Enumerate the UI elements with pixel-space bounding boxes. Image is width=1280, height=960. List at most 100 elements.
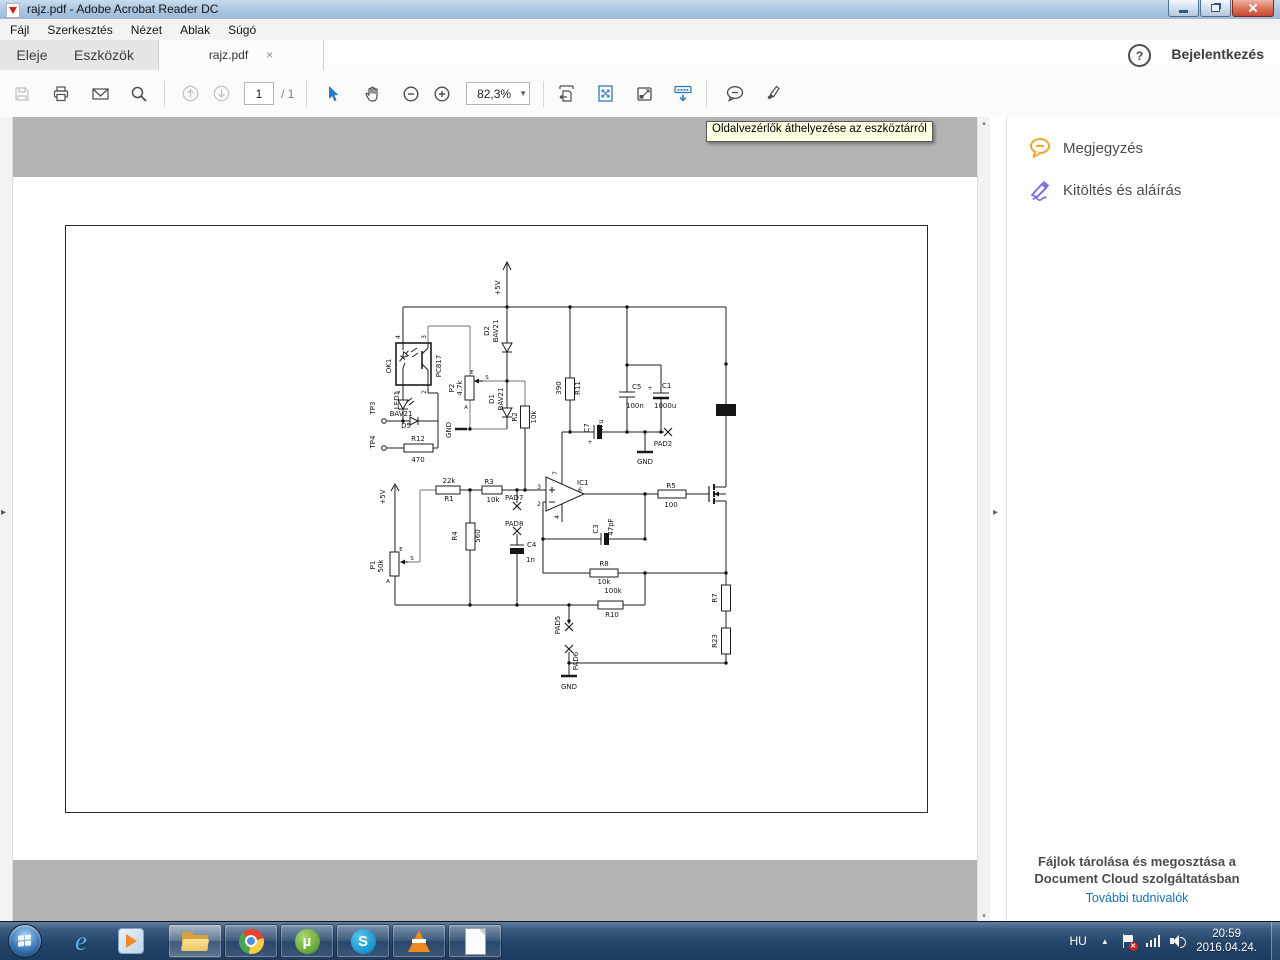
save-button[interactable] bbox=[10, 80, 34, 108]
label-r10-val: 100k bbox=[604, 587, 622, 595]
learn-more-link[interactable]: További tudnivalók bbox=[1014, 891, 1260, 905]
sign-in-button[interactable]: Bejelentkezés bbox=[1171, 46, 1264, 62]
taskbar-vlc[interactable] bbox=[392, 924, 446, 958]
zoom-out-button[interactable] bbox=[399, 80, 423, 108]
label-r3-val: 10k bbox=[487, 496, 501, 504]
tool-comment-label: Megjegyzés bbox=[1063, 139, 1144, 157]
save-icon bbox=[15, 86, 29, 101]
label-p2-val: 4.7k bbox=[456, 379, 464, 395]
zoom-in-button[interactable] bbox=[430, 80, 454, 108]
taskbar-skype[interactable]: S bbox=[336, 924, 390, 958]
windows-flag-icon bbox=[18, 934, 32, 947]
taskbar-utorrent[interactable]: µ bbox=[280, 924, 334, 958]
taskbar: e µ S HU ▲ ✕ 20:59 2016.04.24. bbox=[0, 921, 1280, 960]
label-d5: D5 bbox=[401, 422, 411, 430]
label-pin3: 3 bbox=[537, 484, 541, 491]
vertical-scrollbar[interactable]: ▴ ▾ bbox=[977, 117, 990, 922]
nav-pane-arrow-icon[interactable]: ▸ bbox=[1, 507, 6, 518]
label-tp4: TP4 bbox=[369, 435, 377, 449]
taskbar-document[interactable] bbox=[448, 924, 502, 958]
zoom-level-select[interactable]: 82,3% ▾ bbox=[466, 82, 531, 105]
actual-size-button[interactable] bbox=[632, 80, 656, 108]
label-p1-val: 50k bbox=[377, 559, 385, 573]
label-pad6: PAD6 bbox=[572, 651, 580, 670]
label-pad2: PAD2 bbox=[654, 440, 672, 448]
help-icon[interactable]: ? bbox=[1128, 44, 1151, 67]
label-c7-val: 47u bbox=[597, 419, 605, 432]
tab-tools[interactable]: Eszközök bbox=[62, 40, 146, 70]
label-d1: D1 bbox=[488, 394, 496, 404]
next-page-button[interactable] bbox=[209, 80, 233, 108]
label-d2-val: BAV21 bbox=[492, 320, 500, 343]
menu-edit[interactable]: Szerkesztés bbox=[39, 21, 120, 39]
print-button[interactable] bbox=[49, 80, 73, 108]
label-r12-val: 470 bbox=[411, 456, 424, 464]
label-c5: C5 bbox=[632, 383, 641, 391]
menu-file[interactable]: Fájl bbox=[2, 21, 37, 39]
fit-width-button[interactable] bbox=[554, 80, 578, 108]
hidden-icons-chevron[interactable]: ▲ bbox=[1101, 937, 1109, 946]
menu-bar: Fájl Szerkesztés Nézet Ablak Súgó bbox=[0, 19, 1280, 40]
main-area: ▸ +5V +5V OK1 PC817 4 3 1 2 D2 BAV21 D1 … bbox=[0, 117, 1280, 922]
page-down-icon bbox=[213, 85, 229, 102]
print-icon bbox=[53, 85, 69, 101]
network-signal-icon[interactable] bbox=[1145, 935, 1161, 947]
tab-document[interactable]: rajz.pdf × bbox=[158, 40, 324, 70]
nav-pane-strip[interactable]: ▸ bbox=[0, 117, 13, 922]
start-button[interactable] bbox=[8, 924, 42, 958]
label-r1-val: 22k bbox=[443, 477, 457, 485]
previous-page-button[interactable] bbox=[178, 80, 202, 108]
show-desktop-button[interactable] bbox=[1271, 922, 1280, 960]
taskbar-chrome[interactable] bbox=[224, 924, 278, 958]
highlight-tool-button[interactable] bbox=[760, 80, 784, 108]
label-r1: R1 bbox=[444, 495, 453, 503]
language-indicator[interactable]: HU bbox=[1069, 934, 1086, 948]
tab-close-icon[interactable]: × bbox=[266, 48, 273, 62]
comment-tool-button[interactable] bbox=[723, 80, 747, 108]
taskbar-wmp[interactable] bbox=[116, 925, 146, 957]
title-bar[interactable]: rajz.pdf - Adobe Acrobat Reader DC bbox=[0, 0, 1280, 20]
panel-divider bbox=[1006, 117, 1007, 922]
tab-document-label: rajz.pdf bbox=[208, 48, 249, 62]
label-d1-val: BAV21 bbox=[497, 388, 505, 411]
label-pad7: PAD7 bbox=[505, 494, 523, 502]
tool-fill-sign[interactable]: Kitöltés és aláírás bbox=[1028, 177, 1181, 203]
volume-icon[interactable] bbox=[1170, 934, 1187, 948]
label-pin7: 7 bbox=[552, 471, 559, 475]
minimize-icon bbox=[1179, 9, 1188, 13]
hand-tool-button[interactable] bbox=[361, 80, 385, 108]
label-r8: R8 bbox=[599, 560, 608, 568]
taskbar-explorer[interactable] bbox=[168, 924, 222, 958]
tab-home[interactable]: Eleje bbox=[6, 40, 58, 70]
menu-help[interactable]: Súgó bbox=[220, 21, 264, 39]
taskbar-ie[interactable]: e bbox=[66, 925, 96, 957]
label-c1-val: 1000u bbox=[654, 402, 676, 410]
email-button[interactable] bbox=[88, 80, 112, 108]
fit-page-button[interactable] bbox=[593, 80, 617, 108]
select-tool-button[interactable] bbox=[321, 80, 345, 108]
label-r2-val: 10k bbox=[530, 410, 538, 424]
taskbar-clock[interactable]: 20:59 2016.04.24. bbox=[1196, 927, 1257, 955]
search-button[interactable] bbox=[127, 80, 151, 108]
page-up-icon bbox=[182, 85, 198, 102]
action-center-flag-icon[interactable]: ✕ bbox=[1121, 933, 1138, 951]
tab-bar: Eleje Eszközök rajz.pdf × ? Bejelentkezé… bbox=[0, 40, 1280, 71]
label-p2-a: A bbox=[464, 405, 468, 411]
restore-button[interactable] bbox=[1200, 0, 1231, 17]
label-c1-plus: + bbox=[647, 385, 652, 392]
menu-window[interactable]: Ablak bbox=[172, 21, 218, 39]
label-gnd-center: GND bbox=[637, 458, 653, 466]
close-button[interactable] bbox=[1232, 0, 1274, 17]
panel-collapse-icon[interactable]: ▸ bbox=[993, 507, 998, 518]
minimize-button[interactable] bbox=[1168, 0, 1199, 17]
menu-view[interactable]: Nézet bbox=[123, 21, 170, 39]
scroll-up-icon[interactable]: ▴ bbox=[982, 117, 986, 129]
tool-comment[interactable]: Megjegyzés bbox=[1028, 135, 1143, 161]
page-number-input[interactable] bbox=[244, 82, 274, 105]
label-okpin3: 3 bbox=[421, 335, 428, 339]
utorrent-icon: µ bbox=[294, 928, 320, 954]
label-c4-val: 1n bbox=[526, 556, 535, 564]
comment-icon bbox=[727, 86, 744, 102]
move-page-controls-button[interactable] bbox=[671, 80, 695, 108]
label-pad5: PAD5 bbox=[554, 616, 562, 634]
